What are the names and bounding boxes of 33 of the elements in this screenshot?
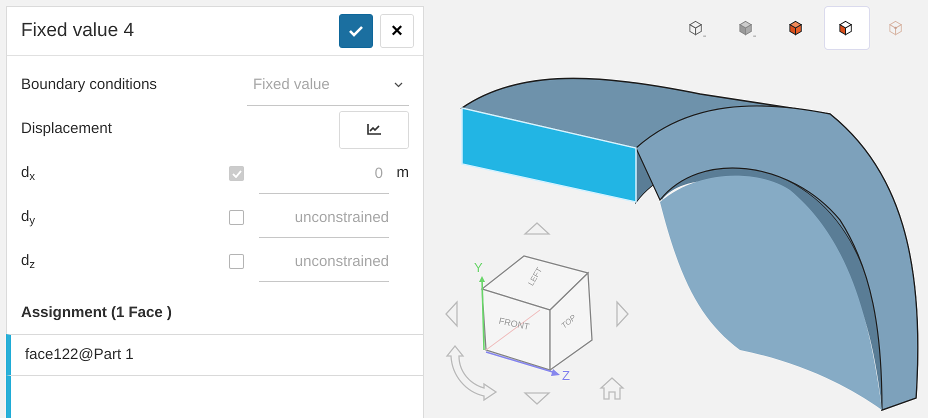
home-icon[interactable] — [599, 377, 625, 400]
confirm-button[interactable] — [338, 14, 372, 48]
rotate-right-icon[interactable] — [616, 300, 629, 328]
checkbox[interactable] — [229, 210, 244, 225]
cube-face-label: TOP — [559, 313, 578, 330]
unit-label: m — [396, 163, 409, 184]
component-label: d$_{y}$ — [21, 207, 36, 229]
rotate-up-icon[interactable] — [523, 222, 551, 235]
chart-icon — [367, 124, 381, 135]
chart-button[interactable] — [339, 110, 409, 148]
input-field[interactable]: unconstrained — [259, 242, 389, 282]
panel-title: Fixed value 4 — [21, 18, 136, 43]
check-icon — [232, 170, 242, 178]
assignment-item[interactable]: face122@Part 1 — [6, 334, 423, 376]
chevron-down-icon — [394, 82, 403, 88]
check-icon — [348, 24, 362, 37]
close-button[interactable]: × — [380, 14, 414, 48]
section-heading: Assignment (1 Face ) — [20, 302, 173, 322]
rotate-left-icon[interactable] — [445, 300, 458, 328]
roll-icon[interactable] — [446, 345, 497, 401]
rotate-down-icon[interactable] — [523, 392, 551, 405]
input-field[interactable]: unconstrained — [259, 198, 389, 238]
cube-face-label: FRONT — [498, 316, 530, 332]
checkbox[interactable] — [229, 254, 244, 269]
component-label: d$_{z}$ — [21, 251, 36, 273]
cube-icon — [737, 18, 757, 38]
axis-label: Y — [474, 260, 483, 275]
axis-label: Z — [562, 368, 570, 383]
component-label: d$_{x}$ — [21, 163, 36, 185]
view-mode-button[interactable] — [824, 6, 870, 50]
cube-icon — [687, 18, 707, 38]
field-label: Boundary conditions — [21, 75, 157, 96]
field-label: Displacement — [21, 119, 112, 140]
